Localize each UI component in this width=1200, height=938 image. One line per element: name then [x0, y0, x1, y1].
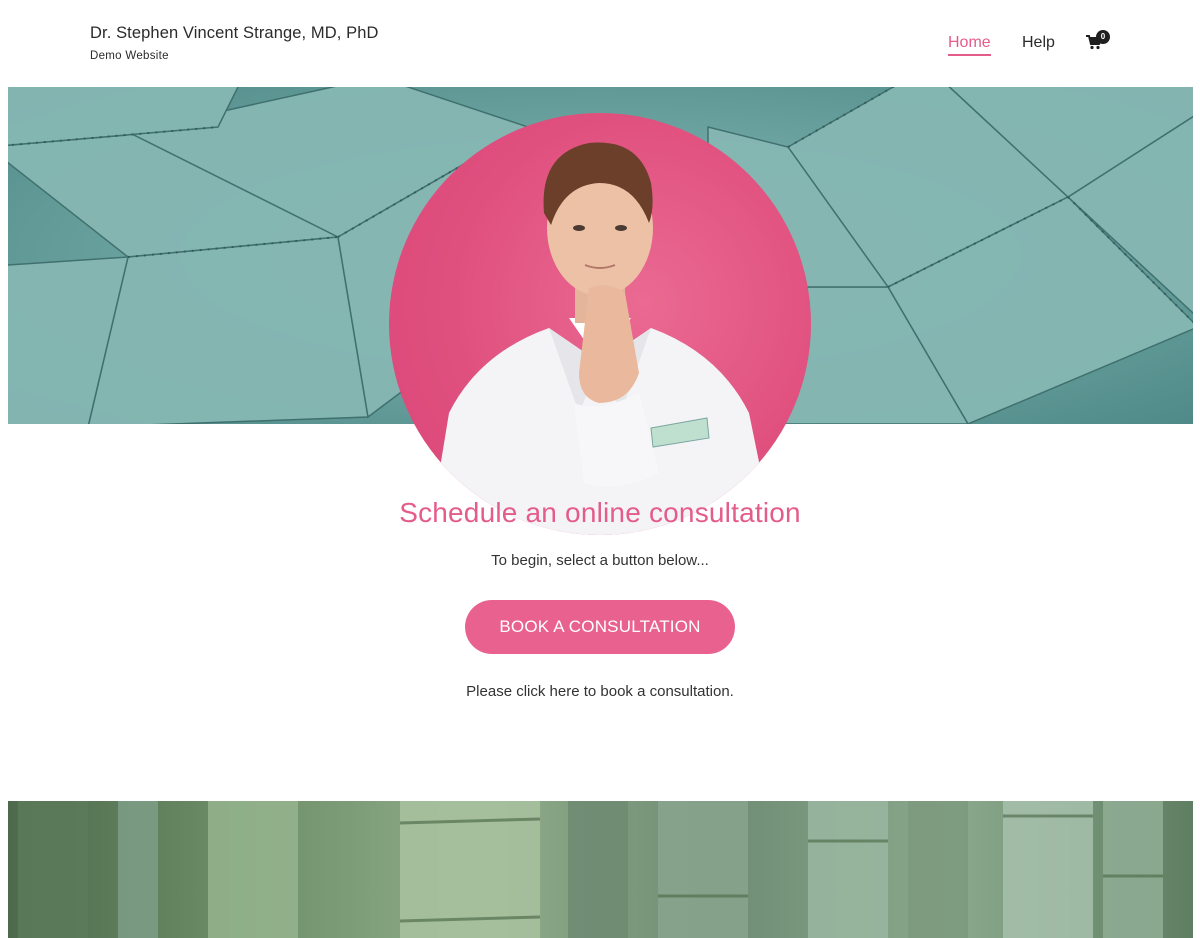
- book-consultation-button[interactable]: BOOK A CONSULTATION: [465, 600, 735, 654]
- page-heading: Schedule an online consultation: [399, 497, 801, 528]
- nav-home-link[interactable]: Home: [948, 34, 991, 56]
- bamboo-banner-image: [8, 801, 1193, 938]
- book-note-text: Please click here to book a consultation…: [466, 683, 734, 700]
- site-header: Dr. Stephen Vincent Strange, MD, PhD Dem…: [0, 0, 1200, 87]
- doctor-portrait-photo: [389, 113, 811, 535]
- site-subtitle: Demo Website: [90, 50, 169, 62]
- cart-count-badge: 0: [1096, 30, 1110, 44]
- nav-help-link[interactable]: Help: [1022, 34, 1055, 52]
- site-title[interactable]: Dr. Stephen Vincent Strange, MD, PhD: [90, 24, 379, 43]
- cart-button[interactable]: 0: [1086, 30, 1112, 56]
- intro-text: To begin, select a button below...: [491, 552, 709, 569]
